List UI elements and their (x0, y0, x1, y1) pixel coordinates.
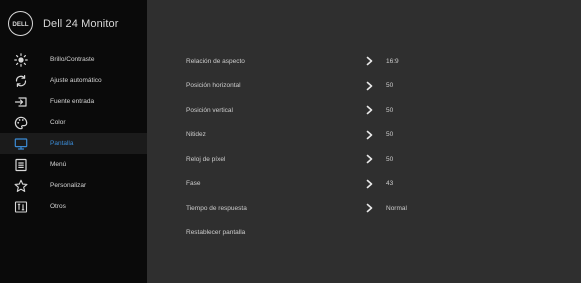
setting-row-aspect-ratio[interactable]: Relación de aspecto 16:9 (186, 49, 566, 74)
setting-value: 50 (386, 82, 394, 90)
menu-icon (14, 158, 28, 172)
sidebar-item-label: Menú (50, 161, 67, 168)
chevron-right-icon (366, 81, 373, 91)
monitor-osd: DELL Dell 24 Monitor Brillo/Contraste Aj… (0, 0, 581, 283)
setting-row-vertical-position[interactable]: Posición vertical 50 (186, 98, 566, 123)
setting-row-reset-display[interactable]: Restablecer pantalla (186, 221, 566, 246)
sidebar-item-otros[interactable]: Otros (0, 196, 147, 217)
setting-label: Fase (186, 180, 201, 188)
brand-header: DELL Dell 24 Monitor (8, 11, 118, 36)
sidebar-item-personalizar[interactable]: Personalizar (0, 175, 147, 196)
setting-label: Nitidez (186, 131, 206, 139)
info-icon (14, 200, 28, 214)
setting-label: Restablecer pantalla (186, 229, 246, 237)
sidebar-item-label: Ajuste automático (50, 77, 102, 84)
sidebar-item-label: Fuente entrada (50, 98, 95, 105)
display-icon (14, 137, 28, 151)
setting-label: Tiempo de respuesta (186, 204, 247, 212)
sidebar-item-menu[interactable]: Menú (0, 154, 147, 175)
setting-row-pixel-clock[interactable]: Reloj de píxel 50 (186, 147, 566, 172)
dell-logo-icon: DELL (12, 21, 28, 28)
setting-row-sharpness[interactable]: Nitidez 50 (186, 123, 566, 148)
sidebar: DELL Dell 24 Monitor Brillo/Contraste Aj… (0, 0, 147, 283)
chevron-right-icon (366, 130, 373, 140)
sidebar-item-label: Pantalla (50, 140, 74, 147)
brightness-icon (14, 52, 28, 67)
setting-value: 50 (386, 106, 394, 114)
sidebar-item-fuente-entrada[interactable]: Fuente entrada (0, 91, 147, 112)
display-settings-panel: Relación de aspecto 16:9 Posición horizo… (186, 49, 566, 245)
dell-logo: DELL (8, 11, 33, 36)
auto-adjust-icon (14, 74, 28, 88)
setting-row-response-time[interactable]: Tiempo de respuesta Normal (186, 196, 566, 221)
sidebar-item-label: Otros (50, 203, 66, 210)
sidebar-item-label: Brillo/Contraste (50, 56, 95, 63)
setting-value: 16:9 (386, 57, 399, 65)
sidebar-item-pantalla[interactable]: Pantalla (0, 133, 147, 154)
setting-value: 43 (386, 180, 394, 188)
setting-label: Relación de aspecto (186, 57, 245, 65)
input-source-icon (14, 95, 28, 109)
setting-value: 50 (386, 131, 394, 139)
setting-value: Normal (386, 204, 407, 212)
svg-text:DELL: DELL (12, 21, 28, 28)
setting-label: Posición vertical (186, 106, 233, 114)
sidebar-item-color[interactable]: Color (0, 112, 147, 133)
sidebar-item-label: Color (50, 119, 66, 126)
chevron-right-icon (366, 154, 373, 164)
setting-value: 50 (386, 155, 394, 163)
chevron-right-icon (366, 203, 373, 213)
chevron-right-icon (366, 179, 373, 189)
window-title: Dell 24 Monitor (43, 17, 119, 30)
chevron-right-icon (366, 105, 373, 115)
setting-row-phase[interactable]: Fase 43 (186, 172, 566, 197)
main-menu: Brillo/Contraste Ajuste automático Fuent… (0, 49, 147, 217)
sidebar-item-brillo-contraste[interactable]: Brillo/Contraste (0, 49, 147, 70)
setting-label: Posición horizontal (186, 82, 241, 90)
sidebar-item-ajuste-automatico[interactable]: Ajuste automático (0, 70, 147, 91)
star-icon (14, 179, 28, 193)
setting-row-horizontal-position[interactable]: Posición horizontal 50 (186, 74, 566, 99)
chevron-right-icon (366, 56, 373, 66)
setting-label: Reloj de píxel (186, 155, 226, 163)
sidebar-item-label: Personalizar (50, 182, 87, 189)
color-palette-icon (14, 116, 28, 130)
